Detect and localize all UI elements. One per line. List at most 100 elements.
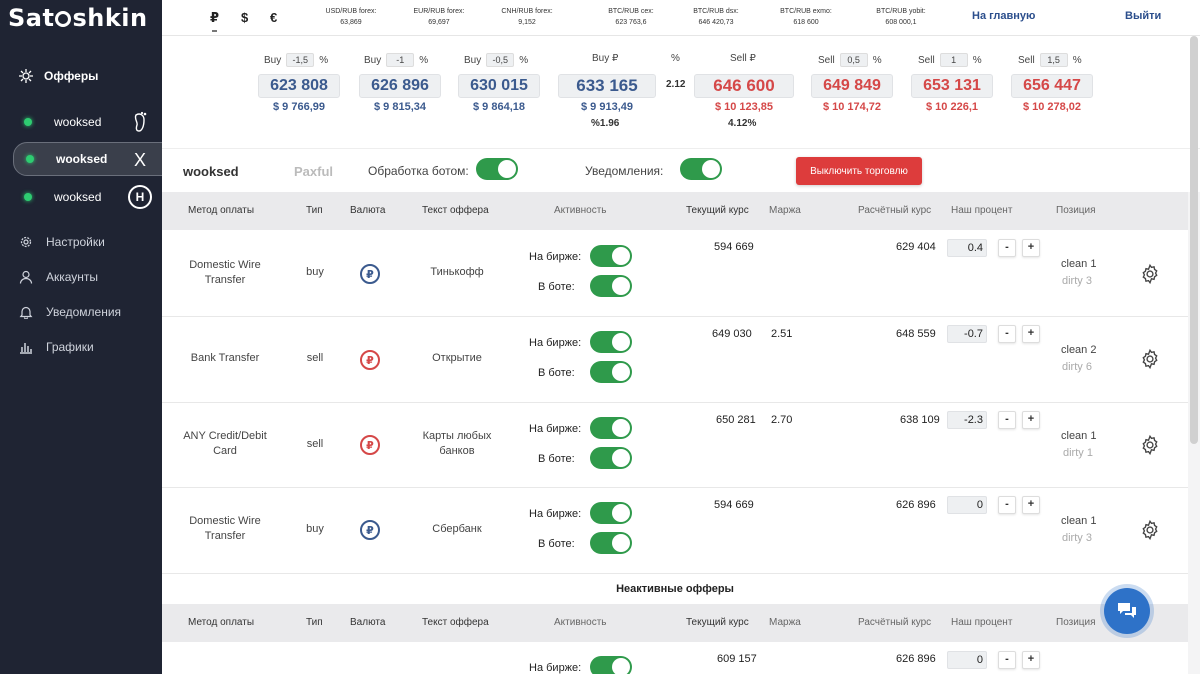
bot-processing-toggle[interactable] <box>476 158 518 180</box>
rate-cnh-rub: CNH/RUB forex: 9,152 <box>501 8 553 26</box>
chat-button[interactable] <box>1104 588 1150 634</box>
buy-3-usd: $ 9 864,18 <box>473 101 525 113</box>
table-row: На бирже: 609 157 626 896 0 - + <box>162 642 1188 674</box>
scrollbar[interactable] <box>1190 36 1198 444</box>
gear-icon[interactable] <box>1139 434 1161 456</box>
position-clean: clean 1 <box>1061 430 1097 442</box>
percent-increment-button[interactable]: + <box>1022 651 1040 669</box>
bell-icon <box>18 304 34 320</box>
buy-2-price: 626 896 <box>359 74 441 98</box>
percent-decrement-button[interactable]: - <box>998 411 1016 429</box>
sidebar-account-3[interactable]: wooksed H <box>12 180 162 214</box>
percent-increment-button[interactable]: + <box>1022 325 1040 343</box>
in-bot-toggle[interactable] <box>590 275 632 297</box>
in-bot-label: В боте: <box>538 281 575 293</box>
payment-method: Domestic Wire Transfer <box>189 259 261 286</box>
rate-eur-rub: EUR/RUB forex: 69,697 <box>413 8 465 26</box>
percent-increment-button[interactable]: + <box>1022 496 1040 514</box>
foot-icon <box>128 110 152 134</box>
chart-icon <box>18 339 34 355</box>
exchange-tab-paxful[interactable]: Paxful <box>294 164 333 179</box>
in-bot-toggle[interactable] <box>590 532 632 554</box>
header-margin: Маржа <box>769 617 801 628</box>
sidebar-item-settings[interactable]: Настройки <box>18 234 105 250</box>
sidebar-title-offers[interactable]: Офферы <box>18 68 98 84</box>
sidebar-item-accounts[interactable]: Аккаунты <box>18 269 98 285</box>
on-exchange-label: На бирже: <box>529 423 582 435</box>
sidebar-item-notifications[interactable]: Уведомления <box>18 304 121 320</box>
sell-main-sub: 4.12% <box>728 118 757 129</box>
logout-link[interactable]: Выйти <box>1125 10 1161 22</box>
sell-1-percent-input[interactable]: 0,5 <box>839 53 868 67</box>
table-row: Domestic Wire Transfer buy ₽ Тинькофф На… <box>162 230 1188 317</box>
sidebar-account-1[interactable]: wooksed <box>12 105 162 139</box>
on-exchange-toggle[interactable] <box>590 417 632 439</box>
offer-text: Сбербанк <box>432 523 482 535</box>
buy-2-label: Buy -1% <box>364 53 429 67</box>
percent-decrement-button[interactable]: - <box>998 496 1016 514</box>
h-circle-icon: H <box>128 185 152 209</box>
offer-type: sell <box>306 438 324 450</box>
in-bot-label: В боте: <box>538 367 575 379</box>
offer-type: buy <box>306 523 324 535</box>
percent-increment-button[interactable]: + <box>1022 411 1040 429</box>
buy-3-percent-input[interactable]: -0,5 <box>486 53 515 67</box>
position-dirty: dirty 3 <box>1062 532 1092 544</box>
our-percent-input[interactable]: -2.3 <box>947 411 987 429</box>
home-link[interactable]: На главную <box>972 10 1035 22</box>
percent-increment-button[interactable]: + <box>1022 239 1040 257</box>
chat-icon <box>1118 603 1136 618</box>
our-percent-input[interactable]: 0.4 <box>947 239 987 257</box>
on-exchange-toggle[interactable] <box>590 245 632 267</box>
buy-1-percent-input[interactable]: -1,5 <box>286 53 315 67</box>
gear-icon[interactable] <box>1139 519 1161 541</box>
sidebar-item-charts[interactable]: Графики <box>18 339 94 355</box>
payment-method: Bank Transfer <box>190 352 260 364</box>
percent-decrement-button[interactable]: - <box>998 325 1016 343</box>
gear-icon[interactable] <box>1139 348 1161 370</box>
gear-icon <box>18 234 34 250</box>
on-exchange-toggle[interactable] <box>590 331 632 353</box>
percent-decrement-button[interactable]: - <box>998 239 1016 257</box>
currency-eur-tab[interactable]: € <box>270 10 277 25</box>
ruble-coin-icon: ₽ <box>360 520 380 540</box>
in-bot-toggle[interactable] <box>590 447 632 469</box>
header-margin: Маржа <box>769 205 801 216</box>
buy-2-percent-input[interactable]: -1 <box>386 53 415 67</box>
currency-rub-tab[interactable]: ₽ <box>210 10 219 32</box>
stop-trading-button[interactable]: Выключить торговлю <box>796 157 922 185</box>
on-exchange-toggle[interactable] <box>590 656 632 674</box>
spread-value: 2.12 <box>666 79 686 90</box>
sell-2-percent-input[interactable]: 1 <box>939 53 968 67</box>
our-percent-input[interactable]: 0 <box>947 651 987 669</box>
position-clean: clean 1 <box>1061 515 1097 527</box>
our-percent-input[interactable]: -0.7 <box>947 325 987 343</box>
rate-btc-cex: BTC/RUB cex: 623 763,6 <box>608 8 654 26</box>
current-rate: 650 281 <box>716 414 756 426</box>
offers-icon <box>19 69 33 83</box>
account-name-tab[interactable]: wooksed <box>183 164 239 179</box>
percent-decrement-button[interactable]: - <box>998 651 1016 669</box>
on-exchange-toggle[interactable] <box>590 502 632 524</box>
sell-3-label: Sell 1,5% <box>1018 53 1082 67</box>
buy-main-price: 633 165 <box>558 74 656 98</box>
header-calc-rate: Расчётный курс <box>858 617 932 628</box>
header-offer-text: Текст оффера <box>422 205 489 216</box>
ruble-coin-icon: ₽ <box>360 264 380 284</box>
offer-text: Тинькофф <box>430 266 484 278</box>
sell-1-usd: $ 10 174,72 <box>822 101 882 113</box>
in-bot-toggle[interactable] <box>590 361 632 383</box>
position-dirty: dirty 3 <box>1062 275 1092 287</box>
app-logo[interactable]: Sat shkin <box>8 4 148 32</box>
bot-processing-label: Обработка ботом: <box>368 164 469 178</box>
on-exchange-label: На бирже: <box>529 508 582 520</box>
header-type: Тип <box>306 617 323 628</box>
currency-usd-tab[interactable]: $ <box>241 10 248 25</box>
gear-icon[interactable] <box>1139 263 1161 285</box>
sell-3-percent-input[interactable]: 1,5 <box>1039 53 1068 67</box>
our-percent-input[interactable]: 0 <box>947 496 987 514</box>
notifications-toggle[interactable] <box>680 158 722 180</box>
calc-rate: 626 896 <box>896 653 936 665</box>
header-currency: Валюта <box>350 617 386 628</box>
sidebar-account-2[interactable]: wooksed X <box>13 142 163 176</box>
